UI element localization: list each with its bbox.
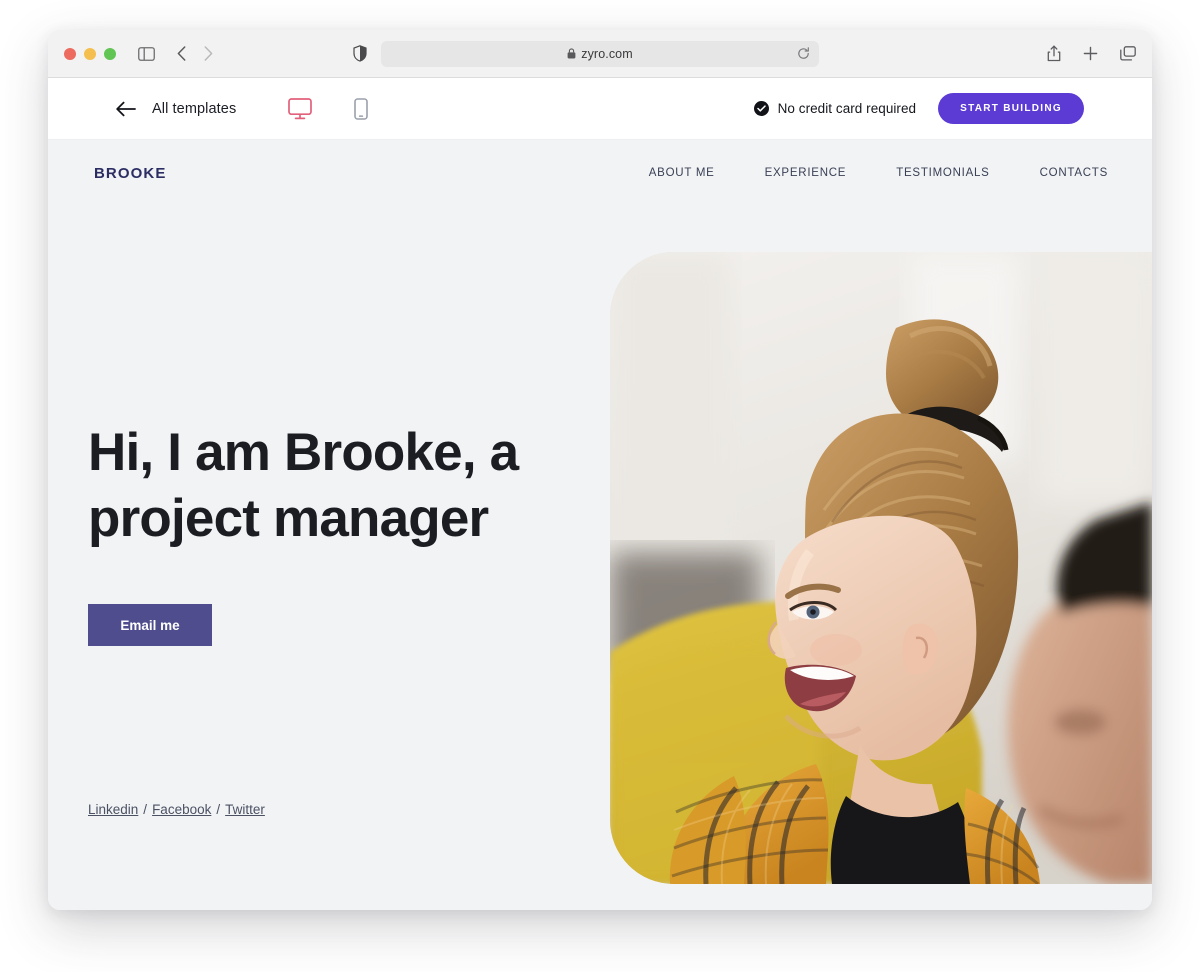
hero-content: Hi, I am Brooke, a project manager Email… xyxy=(88,206,618,910)
privacy-shield-icon[interactable] xyxy=(353,45,367,62)
toolbar-right-actions: No credit card required START BUILDING xyxy=(753,93,1084,124)
nav-item-contacts[interactable]: CONTACTS xyxy=(1040,167,1108,179)
address-bar[interactable]: zyro.com xyxy=(381,40,819,67)
hero-section: Hi, I am Brooke, a project manager Email… xyxy=(48,206,1152,910)
browser-window: zyro.com All templates No credit card re… xyxy=(48,30,1152,910)
social-links: Linkedin / Facebook / Twitter xyxy=(88,802,265,817)
site-navigation: ABOUT ME EXPERIENCE TESTIMONIALS CONTACT… xyxy=(649,167,1108,179)
reload-icon[interactable] xyxy=(797,47,810,60)
maximize-window-button[interactable] xyxy=(104,47,116,60)
social-separator-2: / xyxy=(216,802,221,817)
mobile-phone-icon[interactable] xyxy=(354,97,369,120)
new-tab-plus-icon[interactable] xyxy=(1083,46,1098,61)
site-header: BROOKE ABOUT ME EXPERIENCE TESTIMONIALS … xyxy=(48,140,1152,206)
device-preview-toggles xyxy=(288,97,369,120)
minimize-window-button[interactable] xyxy=(84,47,96,60)
social-link-twitter[interactable]: Twitter xyxy=(225,802,265,817)
desktop-monitor-icon[interactable] xyxy=(288,97,313,120)
site-logo[interactable]: BROOKE xyxy=(94,165,166,182)
social-link-linkedin[interactable]: Linkedin xyxy=(88,802,138,817)
browser-chrome-bar: zyro.com xyxy=(48,30,1152,78)
url-text: zyro.com xyxy=(581,46,633,61)
email-me-button[interactable]: Email me xyxy=(88,604,212,646)
hero-portrait-image xyxy=(610,252,1152,884)
all-templates-back-icon[interactable] xyxy=(116,101,136,117)
social-link-facebook[interactable]: Facebook xyxy=(152,802,211,817)
hero-title: Hi, I am Brooke, a project manager xyxy=(88,423,519,548)
start-building-button[interactable]: START BUILDING xyxy=(938,93,1084,124)
close-window-button[interactable] xyxy=(64,47,76,60)
nav-item-about-me[interactable]: ABOUT ME xyxy=(649,167,715,179)
nav-item-experience[interactable]: EXPERIENCE xyxy=(765,167,847,179)
browser-forward-icon[interactable] xyxy=(204,46,213,61)
browser-back-icon[interactable] xyxy=(177,46,186,61)
no-credit-card-label: No credit card required xyxy=(777,101,917,116)
tab-overview-icon[interactable] xyxy=(1120,46,1136,61)
social-separator-1: / xyxy=(143,802,148,817)
navigation-arrows xyxy=(177,46,213,61)
browser-chrome-actions xyxy=(1047,45,1136,62)
zyro-app-toolbar: All templates No credit card required ST… xyxy=(48,78,1152,140)
lock-icon xyxy=(567,48,576,59)
traffic-lights xyxy=(64,47,116,60)
sidebar-toggle-icon[interactable] xyxy=(138,46,155,61)
template-preview-canvas: BROOKE ABOUT ME EXPERIENCE TESTIMONIALS … xyxy=(48,140,1152,910)
nav-item-testimonials[interactable]: TESTIMONIALS xyxy=(896,167,989,179)
hero-portrait-illustration xyxy=(610,252,1152,884)
share-icon[interactable] xyxy=(1047,45,1061,62)
all-templates-label[interactable]: All templates xyxy=(152,101,236,117)
no-credit-card-notice: No credit card required xyxy=(753,101,917,116)
check-circle-icon xyxy=(753,101,769,116)
